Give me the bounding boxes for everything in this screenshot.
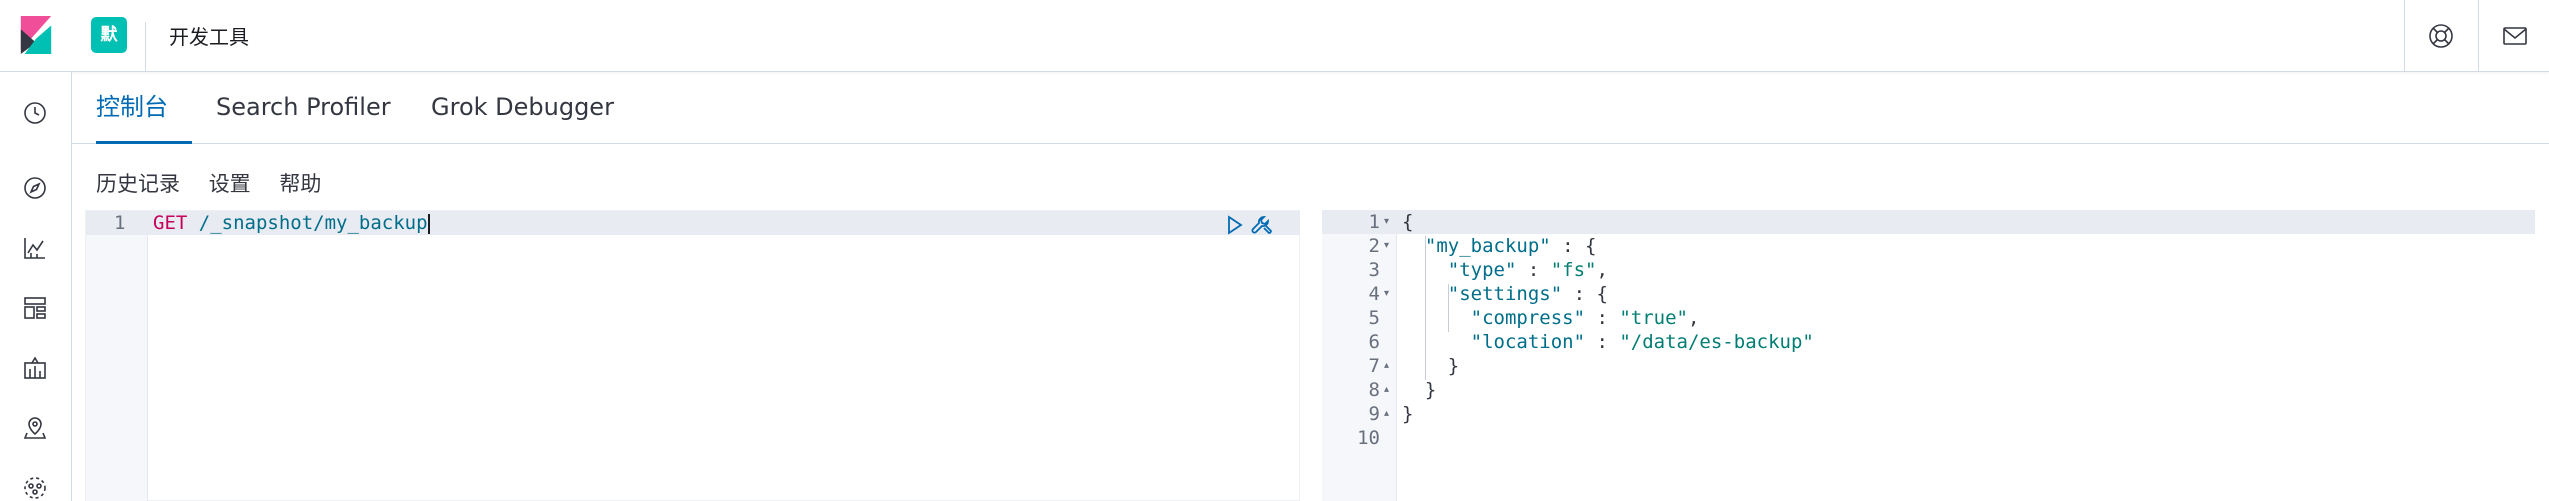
ml-icon[interactable] [21, 474, 49, 501]
top-header: 默 开发工具 [0, 0, 2549, 72]
canvas-icon[interactable] [21, 354, 49, 382]
header-divider [145, 22, 146, 72]
tab-console[interactable]: 控制台 [96, 90, 192, 144]
json-punct: : [1585, 307, 1620, 329]
maps-icon[interactable] [21, 414, 49, 442]
fold-open-icon[interactable]: ▾ [1384, 210, 1389, 234]
response-line: { [1402, 210, 1413, 234]
response-line: "compress" : "true", [1402, 306, 1700, 330]
json-punct: : { [1550, 235, 1597, 257]
fold-close-icon[interactable]: ▴ [1384, 378, 1389, 402]
request-editor[interactable]: 1 GET /_snapshot/my_backup [85, 210, 1301, 501]
header-divider [2404, 0, 2405, 72]
response-line: "settings" : { [1402, 282, 1608, 306]
kibana-logo-icon[interactable] [18, 16, 54, 54]
dashboard-icon[interactable] [21, 294, 49, 322]
line-number: 7 [1368, 355, 1380, 377]
indent-guide [1425, 236, 1426, 380]
request-path: /_snapshot/my_backup [198, 212, 428, 234]
help-icon[interactable] [2427, 22, 2455, 50]
tab-grok-debugger[interactable]: Grok Debugger [431, 90, 614, 144]
history-link[interactable]: 历史记录 [96, 172, 180, 196]
line-number: 4 [1368, 283, 1380, 305]
fold-close-icon[interactable]: ▴ [1384, 402, 1389, 426]
console-toolbar: 历史记录 设置 帮助 [96, 168, 343, 198]
help-link[interactable]: 帮助 [279, 172, 321, 196]
line-number: 2 [1368, 235, 1380, 257]
active-line [1322, 210, 2535, 234]
json-key: "location" [1470, 331, 1586, 353]
response-line: "location" : "/data/es-backup" [1402, 330, 1814, 354]
indent-guide [1448, 284, 1449, 332]
visualize-icon[interactable] [21, 234, 49, 262]
fold-open-icon[interactable]: ▾ [1384, 282, 1389, 306]
response-line: } [1402, 402, 1413, 426]
line-number: 10 [1357, 427, 1380, 449]
app-title: 开发工具 [169, 25, 249, 49]
json-punct: } [1402, 403, 1414, 425]
editor-gutter [86, 211, 148, 501]
request-line[interactable]: GET /_snapshot/my_backup [153, 211, 430, 235]
json-punct: { [1402, 211, 1414, 233]
response-line: } [1402, 378, 1436, 402]
json-string: "/data/es-backup" [1619, 331, 1814, 353]
line-number: 1 [114, 212, 126, 234]
json-punct [1402, 331, 1471, 353]
json-string: "fs" [1550, 259, 1597, 281]
json-punct [1402, 235, 1425, 257]
json-key: "settings" [1447, 283, 1563, 305]
json-key: "type" [1447, 259, 1517, 281]
json-string: "true" [1619, 307, 1688, 329]
line-number: 3 [1368, 259, 1380, 281]
play-icon[interactable] [1222, 213, 1246, 237]
json-punct: } [1402, 379, 1437, 401]
json-punct: , [1596, 259, 1608, 281]
mail-icon[interactable] [2501, 22, 2529, 50]
space-badge[interactable]: 默 [91, 17, 127, 53]
response-line: "type" : "fs", [1402, 258, 1608, 282]
line-number: 1 [1368, 211, 1380, 233]
line-number: 8 [1368, 379, 1380, 401]
json-punct [1402, 307, 1471, 329]
tab-search-profiler[interactable]: Search Profiler [216, 90, 391, 144]
fold-close-icon[interactable]: ▴ [1384, 354, 1389, 378]
fold-open-icon[interactable]: ▾ [1384, 234, 1389, 258]
json-punct: : [1516, 259, 1551, 281]
response-line: "my_backup" : { [1402, 234, 1597, 258]
line-number: 9 [1368, 403, 1380, 425]
request-method: GET [153, 212, 188, 234]
json-key: "my_backup" [1424, 235, 1551, 257]
devtools-tabs: 控制台 Search Profiler Grok Debugger [72, 72, 2549, 144]
line-number: 5 [1368, 307, 1380, 329]
json-key: "compress" [1470, 307, 1586, 329]
pane-splitter[interactable] [1300, 210, 1322, 501]
line-number: 6 [1368, 331, 1380, 353]
left-nav [0, 72, 72, 501]
response-output: 1 ▾ 2 ▾ 3 4 ▾ 5 6 7 ▴ 8 ▴ 9 ▴ 10{ "my_backup" : { "type… [1322, 210, 2535, 501]
settings-link[interactable]: 设置 [209, 172, 251, 196]
json-punct: } [1402, 355, 1460, 377]
clock-icon[interactable] [21, 99, 49, 127]
compass-icon[interactable] [21, 174, 49, 202]
response-line: } [1402, 354, 1459, 378]
header-divider [2478, 0, 2479, 72]
text-cursor [427, 213, 430, 234]
json-punct: : { [1562, 283, 1608, 305]
json-punct: : [1585, 331, 1620, 353]
json-punct: , [1688, 307, 1700, 329]
wrench-icon[interactable] [1250, 213, 1274, 237]
